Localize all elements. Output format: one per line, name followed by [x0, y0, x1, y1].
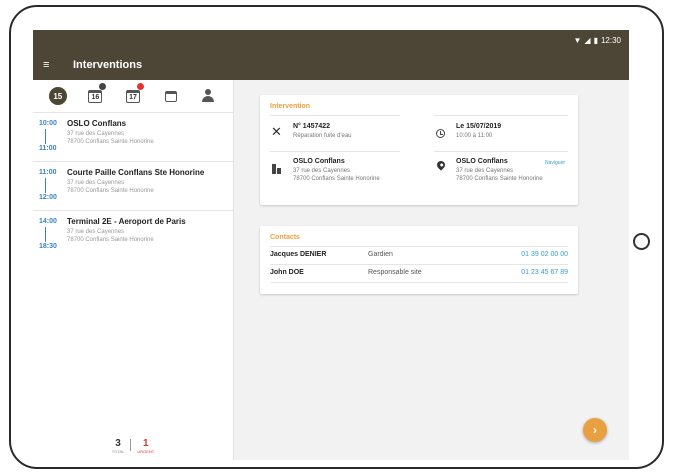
contact-row[interactable]: John DOE Responsable site 01 23 45 67 89 [270, 264, 568, 282]
divider [270, 282, 568, 283]
next-fab-button[interactable]: › [583, 418, 607, 442]
menu-icon[interactable]: ≡ [43, 59, 57, 71]
contact-name: Jacques DENIER [270, 251, 327, 258]
item-address: 37 rue des Cayennes [67, 229, 125, 235]
intervention-list-panel: 15 16 17 10:00 11:00 OSLO Conflans 37 ru… [33, 80, 234, 460]
client-name: OSLO Conflans [293, 158, 345, 165]
list-item[interactable]: 10:00 11:00 OSLO Conflans 37 rue des Cay… [33, 113, 233, 162]
notification-badge [99, 83, 107, 90]
building-icon [272, 164, 281, 174]
intervention-description: Réparation fuite d'eau [293, 133, 352, 139]
divider [434, 151, 568, 152]
timeline-bar [45, 129, 46, 144]
date-selector: 15 16 17 [33, 80, 233, 113]
card-title: Contacts [270, 234, 300, 241]
date-17[interactable]: 17 [124, 83, 144, 105]
app-title: Interventions [73, 59, 143, 71]
clock-icon [436, 129, 445, 138]
tools-icon: ✕ [271, 124, 282, 139]
item-city: 78700 Conflans Sainte Honorine [67, 139, 154, 145]
status-bar: ▼ ◢ ▮ 12:30 [33, 30, 629, 50]
client-address: 37 rue des Cayennes [293, 168, 351, 174]
chevron-right-icon: › [593, 423, 597, 437]
person-icon [201, 89, 215, 103]
signal-icon: ◢ [584, 35, 591, 45]
contact-role: Gardien [368, 251, 393, 258]
divider [270, 151, 400, 152]
contacts-card: Contacts Jacques DENIER Gardien 01 39 02… [260, 226, 578, 294]
item-address: 37 rue des Cayennes [67, 131, 125, 137]
intervention-time: 10:00 à 11:00 [456, 133, 493, 139]
contact-phone[interactable]: 01 39 02 00 00 [521, 251, 568, 258]
intervention-number: N° 1457422 [293, 123, 331, 130]
item-city: 78700 Conflans Sainte Honorine [67, 237, 154, 243]
count-divider [130, 439, 132, 451]
item-title: Terminal 2E - Aeroport de Paris [67, 217, 186, 226]
divider [434, 115, 568, 116]
location-pin-icon [435, 159, 447, 171]
profile-button[interactable] [199, 87, 217, 105]
contact-role: Responsable site [368, 269, 422, 276]
item-title: OSLO Conflans [67, 119, 127, 128]
calendar-day-icon: 17 [125, 89, 140, 103]
item-address: 37 rue des Cayennes [67, 180, 125, 186]
app-screen: ▼ ◢ ▮ 12:30 ≡ Interventions 15 16 17 10:… [33, 30, 629, 460]
contact-phone[interactable]: 01 23 45 67 89 [521, 269, 568, 276]
date-15[interactable]: 15 [48, 87, 67, 105]
urgent-badge [136, 83, 144, 90]
contact-name: John DOE [270, 269, 304, 276]
timeline-bar [45, 227, 46, 242]
intervention-card: Intervention ✕ N° 1457422 Réparation fui… [260, 95, 578, 205]
home-button[interactable] [633, 233, 650, 250]
urgent-count: 1 urgent [137, 438, 155, 455]
site-address: 37 rue des Cayennes [456, 168, 514, 174]
total-count: 3 total [111, 438, 125, 455]
card-title: Intervention [270, 103, 311, 110]
item-city: 78700 Conflans Sainte Honorine [67, 188, 154, 194]
calendar-button[interactable] [162, 87, 180, 105]
battery-icon: ▮ [593, 35, 598, 45]
contact-row[interactable]: Jacques DENIER Gardien 01 39 02 00 00 [270, 246, 568, 264]
divider [270, 115, 400, 116]
date-16[interactable]: 16 [86, 83, 107, 105]
list-item[interactable]: 11:00 12:00 Courte Paille Conflans Ste H… [33, 162, 233, 211]
intervention-date: Le 15/07/2019 [456, 123, 502, 130]
timeline-bar [45, 178, 46, 193]
site-name: OSLO Conflans [456, 158, 508, 165]
intervention-counts: 3 total 1 urgent [33, 438, 233, 455]
client-city: 78700 Conflans Sainte Honorine [293, 176, 380, 182]
calendar-day-icon: 16 [88, 89, 103, 103]
app-bar: ≡ Interventions [33, 50, 629, 80]
item-title: Courte Paille Conflans Ste Honorine [67, 168, 205, 177]
status-time: 12:30 [600, 35, 621, 45]
list-item[interactable]: 14:00 18:30 Terminal 2E - Aeroport de Pa… [33, 211, 233, 259]
site-city: 78700 Conflans Sainte Honorine [456, 176, 543, 182]
wifi-icon: ▼ [573, 35, 582, 45]
calendar-icon [164, 90, 177, 102]
navigate-link[interactable]: Naviguer [545, 160, 565, 166]
